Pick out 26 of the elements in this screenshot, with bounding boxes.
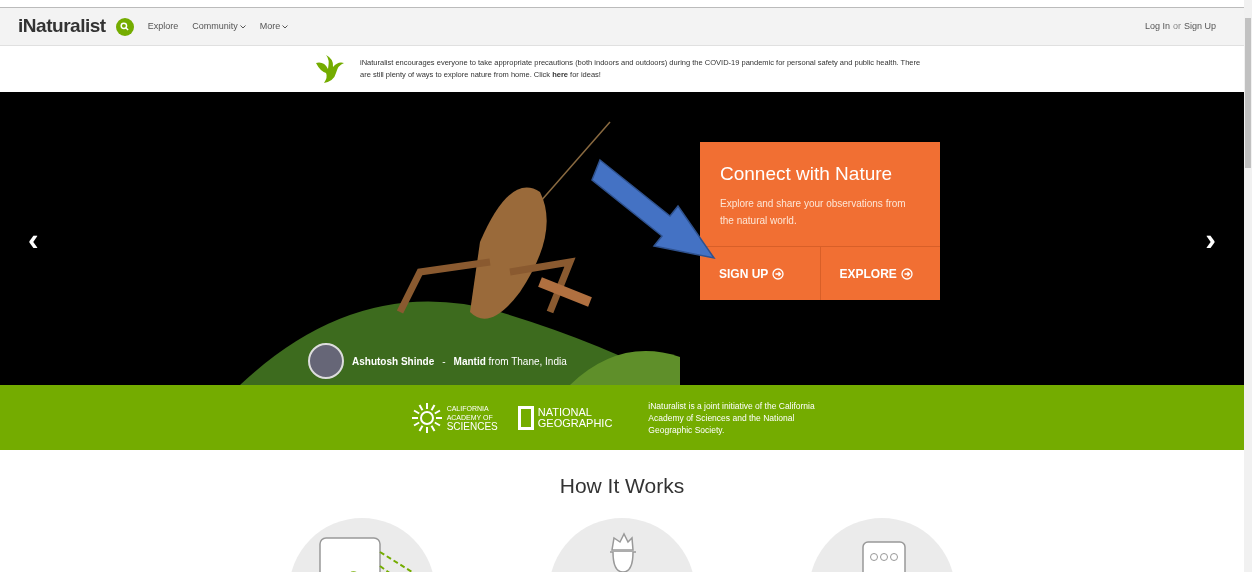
or-text: or [1172,19,1181,33]
site-logo[interactable]: iNaturalist [18,12,106,41]
bird-icon [314,55,346,83]
card-description: Explore and share your observations from the natural world. [720,196,907,228]
section-title: How It Works [559,473,685,499]
circle-arrow-icon [900,267,913,280]
photo-caption: Mantid from Thane, India [453,354,567,369]
sun-logo-icon [410,401,443,434]
caption-separator: - [442,354,446,369]
search-icon [120,22,130,31]
search-button[interactable] [115,17,134,36]
previous-button[interactable]: ‹ [28,214,39,263]
circle-arrow-icon [772,267,785,280]
natgeo-logo-text: GEOGRAPHIC [537,417,613,429]
card-title: Connect with Nature [720,162,894,186]
photographer-name: Ashutosh Shinde [352,354,435,369]
login-link[interactable]: Log In [1144,19,1170,34]
next-button[interactable]: › [1205,214,1216,263]
natgeo-logo-text: NATIONAL [537,406,593,418]
nav-link[interactable]: Community [192,19,246,34]
nav-link[interactable]: Explore [147,19,179,34]
partners-description: iNaturalist is a joint initiative of the California Academy of Sciences and the National Geographic Society. [648,399,816,436]
academy-logo-text: SCIENCES [446,422,498,431]
nav-link[interactable]: More [259,19,289,34]
signup-link[interactable]: Sign Up [1183,19,1216,34]
frame-logo-icon [517,405,534,430]
